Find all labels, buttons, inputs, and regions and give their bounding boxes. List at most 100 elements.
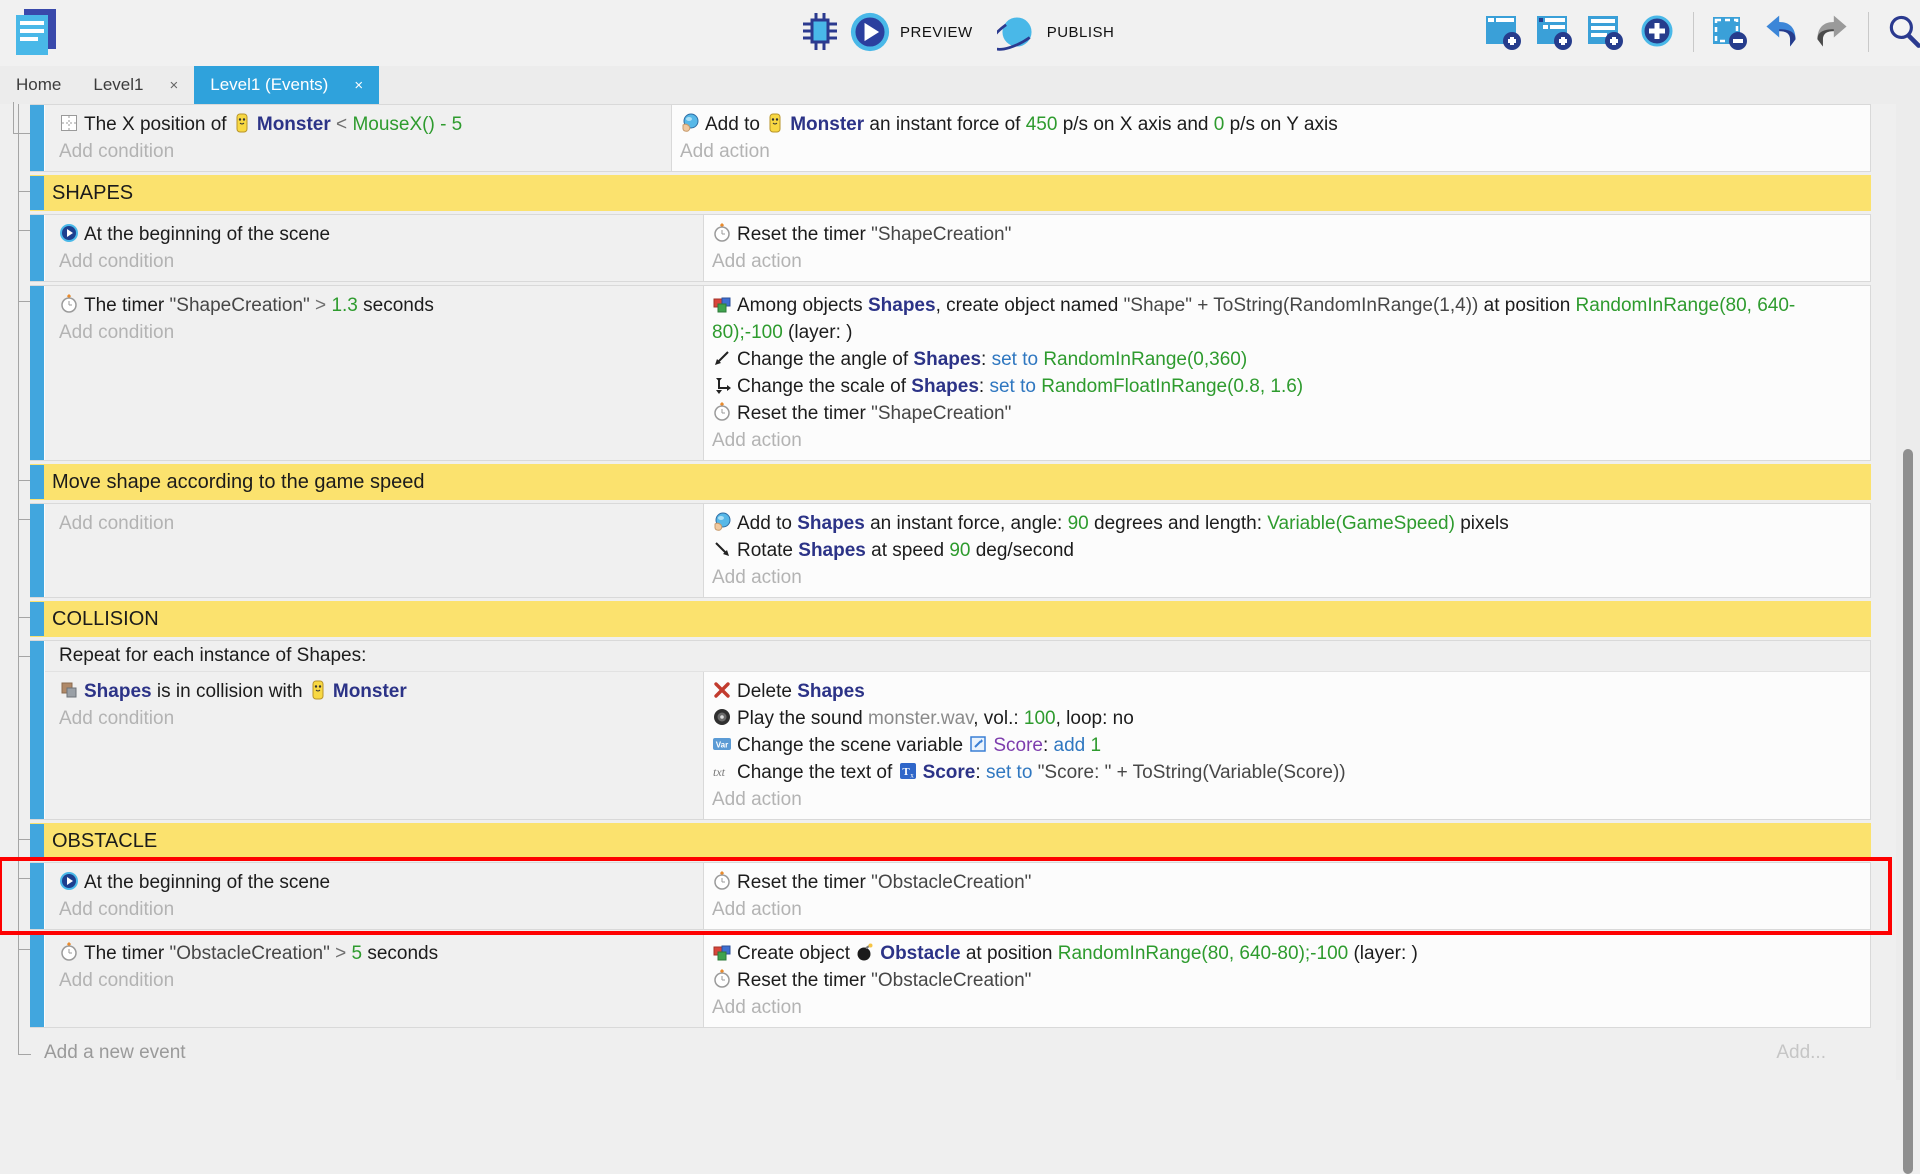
tab-level1[interactable]: Level1×	[77, 66, 194, 104]
action-line[interactable]: Reset the timer "ShapeCreation"	[712, 400, 1860, 427]
event-row[interactable]: At the beginning of the sceneAdd conditi…	[30, 214, 1871, 282]
publish-planet-icon[interactable]	[997, 10, 1037, 54]
actions-column[interactable]: Among objects Shapes, create object name…	[704, 286, 1870, 460]
tab-home[interactable]: Home	[0, 66, 77, 104]
add-more-link[interactable]: Add...	[1776, 1042, 1826, 1064]
conditions-column[interactable]: At the beginning of the sceneAdd conditi…	[45, 215, 704, 281]
group-header-label: COLLISION	[52, 608, 159, 631]
action-line[interactable]: Add to Monster an instant force of 450 p…	[680, 111, 1860, 138]
debug-icon[interactable]	[800, 10, 840, 54]
add-condition-link[interactable]: Add condition	[59, 705, 693, 732]
text-segment: seconds	[362, 943, 438, 964]
condition-line[interactable]: Shapes is in collision with Monster	[59, 678, 693, 705]
add-action-link[interactable]: Add action	[712, 994, 1860, 1021]
project-manager-icon[interactable]	[10, 5, 62, 61]
condition-line[interactable]: The timer "ShapeCreation" > 1.3 seconds	[59, 292, 693, 319]
add-condition-link[interactable]: Add condition	[59, 248, 693, 275]
undo-icon[interactable]	[1761, 10, 1801, 54]
event-row[interactable]: At the beginning of the sceneAdd conditi…	[30, 862, 1871, 930]
toolbar-center: PREVIEW PUBLISH	[800, 10, 1114, 54]
actions-column[interactable]: Reset the timer "ObstacleCreation"Add ac…	[704, 863, 1870, 929]
add-condition-link[interactable]: Add condition	[59, 510, 693, 537]
redo-icon[interactable]	[1812, 10, 1852, 54]
action-line[interactable]: Change the angle of Shapes: set to Rando…	[712, 346, 1860, 373]
event-row[interactable]: The timer "ObstacleCreation" > 5 seconds…	[30, 933, 1871, 1028]
action-line[interactable]: Delete Shapes	[712, 678, 1860, 705]
condition-line[interactable]: At the beginning of the scene	[59, 221, 693, 248]
action-line[interactable]: Reset the timer "ShapeCreation"	[712, 221, 1860, 248]
actions-column[interactable]: Delete ShapesPlay the sound monster.wav,…	[704, 672, 1870, 819]
add-event-icon[interactable]	[1484, 10, 1524, 54]
vertical-scrollbar-thumb[interactable]	[1903, 449, 1913, 1174]
action-line[interactable]: Change the scale of Shapes: set to Rando…	[712, 373, 1860, 400]
action-line[interactable]: Play the sound monster.wav, vol.: 100, l…	[712, 705, 1860, 732]
actions-column[interactable]: Add to Monster an instant force of 450 p…	[672, 105, 1870, 171]
add-comment-icon[interactable]	[1586, 10, 1626, 54]
add-circle-icon[interactable]	[1637, 10, 1677, 54]
event-row[interactable]: The X position of Monster < MouseX() - 5…	[30, 104, 1871, 172]
group-header[interactable]: SHAPES	[30, 175, 1871, 211]
action-line[interactable]: Reset the timer "ObstacleCreation"	[712, 967, 1860, 994]
add-condition-link[interactable]: Add condition	[59, 319, 693, 346]
tab-bar: HomeLevel1×Level1 (Events)×	[0, 66, 1920, 104]
add-condition-link[interactable]: Add condition	[59, 967, 693, 994]
condition-line[interactable]: The timer "ObstacleCreation" > 5 seconds	[59, 940, 693, 967]
preview-label[interactable]: PREVIEW	[900, 24, 973, 41]
action-line[interactable]: VarChange the scene variable Score: add …	[712, 732, 1860, 759]
event-indent-bar	[30, 465, 44, 499]
text-segment: Add to	[737, 513, 797, 534]
tab-level1-events-[interactable]: Level1 (Events)×	[194, 66, 379, 104]
text-segment: seconds	[358, 295, 434, 316]
text-segment: Create object	[737, 943, 855, 964]
add-action-link[interactable]: Add action	[712, 248, 1860, 275]
add-action-link[interactable]: Add action	[712, 564, 1860, 591]
actions-column[interactable]: Add to Shapes an instant force, angle: 9…	[704, 504, 1870, 597]
action-line[interactable]: txtChange the text of TxScore: set to "S…	[712, 759, 1860, 786]
publish-label[interactable]: PUBLISH	[1047, 24, 1115, 41]
group-header[interactable]: OBSTACLE	[30, 823, 1871, 859]
delete-selection-icon[interactable]	[1710, 10, 1750, 54]
condition-line[interactable]: At the beginning of the scene	[59, 869, 693, 896]
conditions-column[interactable]: The timer "ObstacleCreation" > 5 seconds…	[45, 934, 704, 1027]
add-new-event-link[interactable]: Add a new event	[44, 1042, 186, 1064]
action-line[interactable]: Reset the timer "ObstacleCreation"	[712, 869, 1860, 896]
tab-close-icon[interactable]: ×	[169, 77, 178, 94]
conditions-column[interactable]: Add condition	[45, 504, 704, 597]
conditions-column[interactable]: Shapes is in collision with MonsterAdd c…	[45, 672, 704, 819]
group-header[interactable]: COLLISION	[30, 601, 1871, 637]
conditions-column[interactable]: The timer "ShapeCreation" > 1.3 secondsA…	[45, 286, 704, 460]
add-condition-link[interactable]: Add condition	[59, 896, 693, 923]
add-action-link[interactable]: Add action	[712, 427, 1860, 454]
tab-close-icon[interactable]: ×	[354, 77, 363, 94]
group-header[interactable]: Move shape according to the game speed	[30, 464, 1871, 500]
add-condition-link[interactable]: Add condition	[59, 138, 661, 165]
text-segment: Shapes	[913, 349, 981, 370]
preview-play-icon[interactable]	[850, 10, 890, 54]
create-icon	[712, 942, 732, 962]
action-line[interactable]: Create object Obstacle at position Rando…	[712, 940, 1860, 967]
conditions-column[interactable]: At the beginning of the sceneAdd conditi…	[45, 863, 704, 929]
action-line[interactable]: Rotate Shapes at speed 90 deg/second	[712, 537, 1860, 564]
text-segment: 90	[949, 540, 970, 561]
action-line[interactable]: Among objects Shapes, create object name…	[712, 292, 1860, 346]
add-action-link[interactable]: Add action	[712, 786, 1860, 813]
event-row[interactable]: Add condition Add to Shapes an instant fo…	[30, 503, 1871, 598]
event-row[interactable]: The timer "ShapeCreation" > 1.3 secondsA…	[30, 285, 1871, 461]
actions-column[interactable]: Create object Obstacle at position Rando…	[704, 934, 1870, 1027]
action-line[interactable]: Add to Shapes an instant force, angle: 9…	[712, 510, 1860, 537]
condition-line[interactable]: The X position of Monster < MouseX() - 5	[59, 111, 661, 138]
actions-column[interactable]: Reset the timer "ShapeCreation"Add actio…	[704, 215, 1870, 281]
text-segment: The X position of	[84, 114, 232, 135]
event-row[interactable]: Repeat for each instance of Shapes:Shape…	[30, 640, 1871, 820]
add-action-link[interactable]: Add action	[680, 138, 1860, 165]
search-icon[interactable]	[1885, 10, 1920, 54]
tree-line	[18, 104, 19, 1054]
add-subevent-icon[interactable]	[1535, 10, 1575, 54]
conditions-column[interactable]: The X position of Monster < MouseX() - 5…	[45, 105, 672, 171]
svg-text:x: x	[910, 772, 914, 780]
text-segment: "ObstacleCreation"	[871, 872, 1031, 893]
vertical-scrollbar-track[interactable]	[1896, 104, 1920, 1080]
add-action-link[interactable]: Add action	[712, 896, 1860, 923]
txt-icon: txt	[712, 761, 732, 781]
foreach-label[interactable]: Repeat for each instance of Shapes:	[45, 641, 1870, 672]
